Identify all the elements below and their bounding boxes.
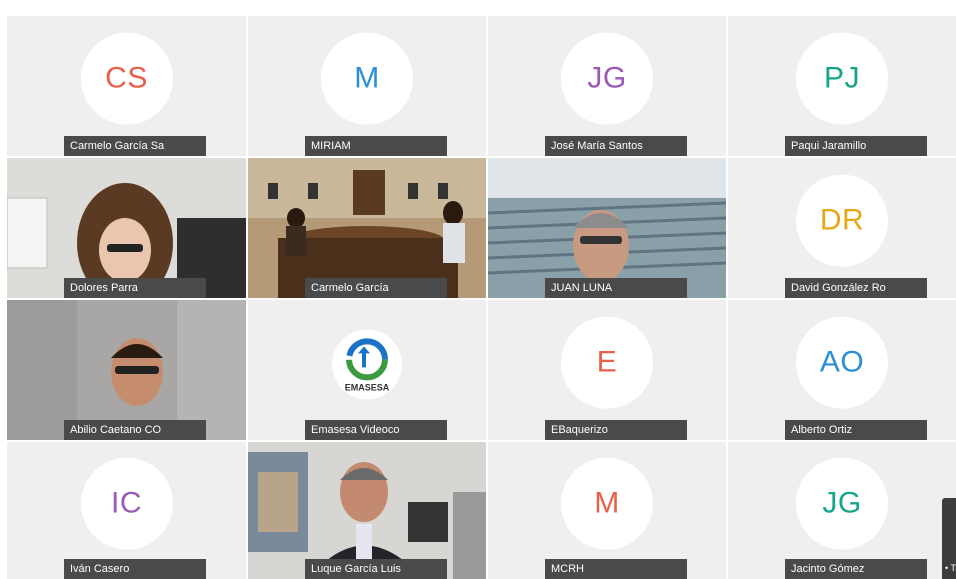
participant-name: Abilio Caetano CO xyxy=(64,420,206,440)
participant-name: JUAN LUNA xyxy=(545,278,687,298)
avatar: E xyxy=(561,316,653,409)
participant-tile[interactable]: E EBaquerizo xyxy=(488,300,726,440)
participant-video-tile[interactable]: Dolores Parra xyxy=(7,158,246,298)
video-feed xyxy=(488,158,726,298)
participant-video-tile[interactable]: EMASESA Emasesa Videoco xyxy=(248,300,486,440)
participant-tile[interactable]: JG Jacinto Gómez xyxy=(728,442,956,579)
avatar: M xyxy=(321,32,413,125)
participant-grid: CS Carmelo García Sa M MIRIAM JG José Ma… xyxy=(0,0,956,579)
participant-name: David González Ro xyxy=(785,278,927,298)
participant-video-tile[interactable]: JUAN LUNA xyxy=(488,158,726,298)
participant-tile[interactable]: DR David González Ro xyxy=(728,158,956,298)
participant-tile[interactable]: M MIRIAM xyxy=(248,16,486,156)
participant-tile[interactable]: IC Iván Casero xyxy=(7,442,246,579)
emasesa-logo: EMASESA xyxy=(332,329,402,400)
participant-name: José María Santos xyxy=(545,136,687,156)
participant-name: Dolores Parra xyxy=(64,278,206,298)
participant-tile[interactable]: JG José María Santos xyxy=(488,16,726,156)
participant-video-tile[interactable]: Abilio Caetano CO xyxy=(7,300,246,440)
avatar: PJ xyxy=(796,32,888,125)
avatar: CS xyxy=(80,32,173,125)
participant-name: Iván Casero xyxy=(64,559,206,579)
avatar: M xyxy=(561,457,653,550)
participant-name: Jacinto Gómez xyxy=(785,559,927,579)
participant-name: Emasesa Videoco xyxy=(305,420,447,440)
participant-name: Carmelo García Sa xyxy=(64,136,206,156)
participant-video-tile[interactable]: Luque García Luis xyxy=(248,442,486,579)
participant-video-tile[interactable]: Carmelo García xyxy=(248,158,486,298)
participant-name: MIRIAM xyxy=(305,136,447,156)
avatar: IC xyxy=(80,457,173,550)
participant-name: MCRH xyxy=(545,559,687,579)
participant-name: Paqui Jaramillo xyxy=(785,136,927,156)
dots-icon: • T xyxy=(945,563,956,573)
participant-tile[interactable]: AO Alberto Ortiz xyxy=(728,300,956,440)
participant-name: Luque García Luis xyxy=(305,559,447,579)
video-feed xyxy=(248,158,486,298)
avatar: JG xyxy=(796,457,888,550)
logo-icon xyxy=(346,337,388,380)
avatar: AO xyxy=(796,316,888,409)
video-feed xyxy=(7,158,246,298)
participant-tile[interactable]: M MCRH xyxy=(488,442,726,579)
participant-tile[interactable]: PJ Paqui Jaramillo xyxy=(728,16,956,156)
participant-name: Alberto Ortiz xyxy=(785,420,927,440)
participant-name: Carmelo García xyxy=(305,278,447,298)
avatar: JG xyxy=(561,32,653,125)
participant-name: EBaquerizo xyxy=(545,420,687,440)
video-feed xyxy=(7,300,246,440)
participant-tile[interactable]: CS Carmelo García Sa xyxy=(7,16,246,156)
panel-toggle-handle[interactable]: • T xyxy=(942,498,956,579)
avatar: DR xyxy=(796,174,888,267)
logo-text: EMASESA xyxy=(344,381,390,392)
